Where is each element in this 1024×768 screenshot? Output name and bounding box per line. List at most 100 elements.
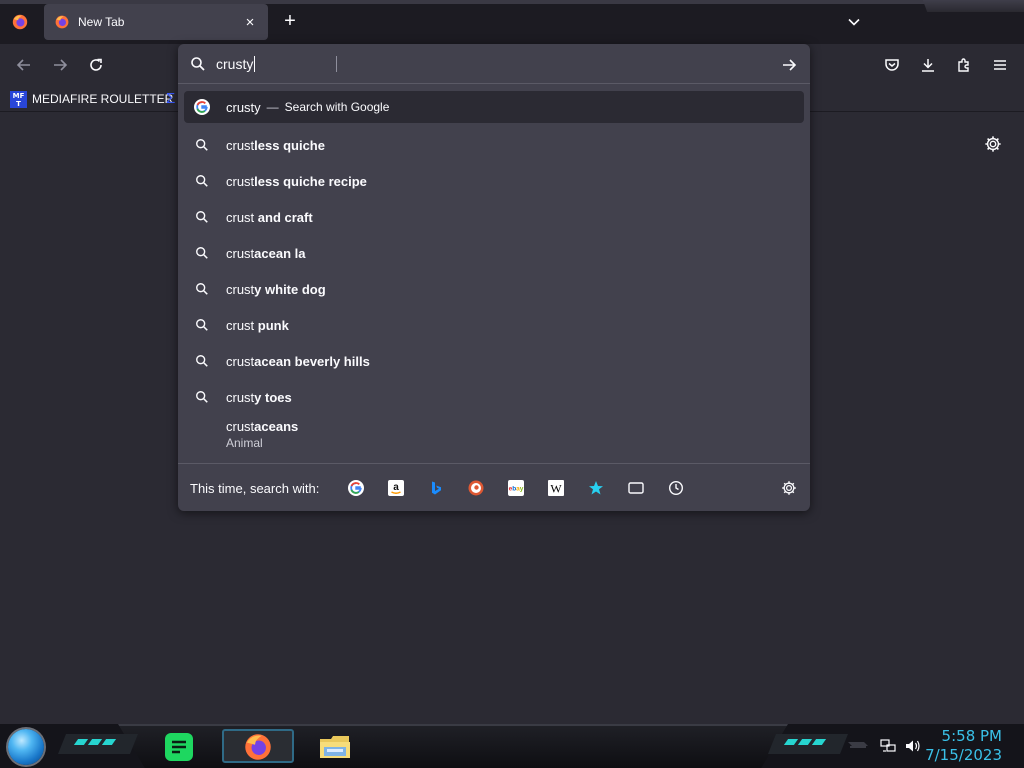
url-input-value: crusty xyxy=(216,56,254,72)
firefox-taskbar-icon[interactable] xyxy=(242,731,274,763)
search-icon xyxy=(194,245,210,261)
suggestion-text: crusty white dog xyxy=(226,282,326,297)
suggestion-separator: — xyxy=(266,100,279,114)
search-suggestion[interactable]: crustless quiche xyxy=(184,127,804,163)
suggestion-text: crustless quiche recipe xyxy=(226,174,367,189)
file-explorer-icon[interactable] xyxy=(319,731,351,763)
completion-part: punk xyxy=(254,317,289,333)
taskbar-accent-right xyxy=(783,739,827,745)
bookmarks-star-icon[interactable] xyxy=(586,478,606,498)
url-input[interactable]: crusty xyxy=(216,56,256,72)
typed-part: crust xyxy=(226,245,255,261)
typed-part: crust xyxy=(226,209,255,225)
extensions-puzzle-icon[interactable] xyxy=(952,53,976,77)
gear-icon[interactable] xyxy=(982,133,1004,155)
chevron-down-icon[interactable] xyxy=(842,10,866,34)
search-icon xyxy=(194,281,210,297)
completion-part: less quiche recipe xyxy=(254,173,367,189)
search-icon xyxy=(194,317,210,333)
forward-arrow-icon[interactable] xyxy=(48,53,72,77)
typed-part: crust xyxy=(226,173,255,189)
one-off-search-bar: This time, search with: a ebay W xyxy=(178,463,810,511)
network-icon[interactable] xyxy=(880,738,896,757)
firefox-view-icon[interactable] xyxy=(8,10,32,34)
bing-icon[interactable] xyxy=(426,478,446,498)
svg-text:a: a xyxy=(393,482,399,493)
clock-date: 7/15/2023 xyxy=(925,746,1002,764)
history-icon[interactable] xyxy=(666,478,686,498)
search-settings-gear-icon[interactable] xyxy=(778,477,800,499)
suggestion-text: crustacean beverly hills xyxy=(226,354,370,369)
search-icon xyxy=(194,173,210,189)
suggestion-text: crusty xyxy=(226,99,261,115)
completion-part: aceans xyxy=(254,419,299,434)
search-suggestion[interactable]: crustless quiche recipe xyxy=(184,163,804,199)
downloads-icon[interactable] xyxy=(916,53,940,77)
suggestion-search-with-google[interactable]: crusty — Search with Google xyxy=(184,91,804,123)
suggestion-text: crusty toes xyxy=(226,390,292,405)
window-decoration xyxy=(922,0,1024,12)
suggestion-text: crust punk xyxy=(226,318,289,333)
completion-part: y white dog xyxy=(254,281,326,297)
hamburger-menu-icon[interactable] xyxy=(988,53,1012,77)
new-tab-button[interactable]: + xyxy=(278,10,302,34)
show-desktop-icon[interactable] xyxy=(848,738,868,753)
taskbar-accent-left xyxy=(73,739,117,745)
search-icon xyxy=(194,209,210,225)
duckduckgo-icon[interactable] xyxy=(466,478,486,498)
tabs-icon[interactable] xyxy=(626,478,646,498)
suggestion-text: crust and craft xyxy=(226,210,313,225)
typed-part: crust xyxy=(226,281,255,297)
suggestion-list: crusty — Search with Google crustless qu… xyxy=(184,91,804,457)
search-suggestion[interactable]: crustacean beverly hills xyxy=(184,343,804,379)
go-arrow-icon[interactable] xyxy=(778,54,800,76)
bookmark-label: MEDIAFIRE ROULETTER xyxy=(32,92,174,106)
bookmark-mediafire-rouletter[interactable]: MF T MEDIAFIRE ROULETTER xyxy=(10,88,173,110)
typed-part: crust xyxy=(226,137,255,153)
search-icon xyxy=(194,353,210,369)
search-suggestion[interactable]: crust punk xyxy=(184,307,804,343)
volume-icon[interactable] xyxy=(904,738,922,757)
close-tab-icon[interactable]: × xyxy=(242,14,258,31)
tab-new-tab[interactable]: New Tab × xyxy=(44,4,268,40)
firefox-favicon-icon xyxy=(54,14,70,30)
search-suggestion[interactable]: crustacean la xyxy=(184,235,804,271)
wikipedia-icon[interactable]: W xyxy=(546,478,566,498)
google-icon[interactable] xyxy=(346,478,366,498)
suggestion-text: crustaceans xyxy=(226,419,298,434)
urlbar-input-row: crusty xyxy=(178,44,810,84)
google-icon xyxy=(194,99,210,115)
suggestion-action: Search with Google xyxy=(284,100,390,114)
completion-part: acean la xyxy=(254,245,306,261)
suggestion-subtitle: Animal xyxy=(226,436,263,450)
back-arrow-icon[interactable] xyxy=(12,53,36,77)
completion-part: y toes xyxy=(254,389,292,405)
rich-suggestion-text: crustaceans Animal xyxy=(226,419,298,450)
mediafire-favicon-icon: MF T xyxy=(10,90,27,108)
text-caret xyxy=(254,56,256,72)
taskbar xyxy=(0,724,1024,768)
pocket-icon[interactable] xyxy=(880,53,904,77)
one-off-label: This time, search with: xyxy=(190,481,320,496)
search-icon xyxy=(194,389,210,405)
ebay-icon[interactable]: ebay xyxy=(506,478,526,498)
start-button[interactable] xyxy=(8,729,44,765)
urlbar-popup: crusty crusty — Search with Google crust… xyxy=(178,44,810,511)
svg-text:W: W xyxy=(550,482,562,496)
search-icon xyxy=(190,56,206,75)
suggestion-text: crustless quiche xyxy=(226,138,325,153)
typed-part: crust xyxy=(226,419,255,434)
notes-app-icon[interactable] xyxy=(163,731,195,763)
rich-suggestion-crustaceans[interactable]: crustaceans Animal xyxy=(184,415,804,457)
search-suggestion[interactable]: crust and craft xyxy=(184,199,804,235)
search-suggestion[interactable]: crusty toes xyxy=(184,379,804,415)
system-clock[interactable]: 5:58 PM 7/15/2023 xyxy=(925,727,1002,764)
typed-part: crust xyxy=(226,353,255,369)
tab-strip: New Tab × + xyxy=(0,0,1024,44)
amazon-icon[interactable]: a xyxy=(386,478,406,498)
suggestion-text: crustacean la xyxy=(226,246,306,261)
clock-time: 5:58 PM xyxy=(941,727,1002,745)
reload-icon[interactable] xyxy=(84,53,108,77)
sigma-bookmark-icon[interactable]: Σ xyxy=(166,90,175,108)
search-suggestion[interactable]: crusty white dog xyxy=(184,271,804,307)
